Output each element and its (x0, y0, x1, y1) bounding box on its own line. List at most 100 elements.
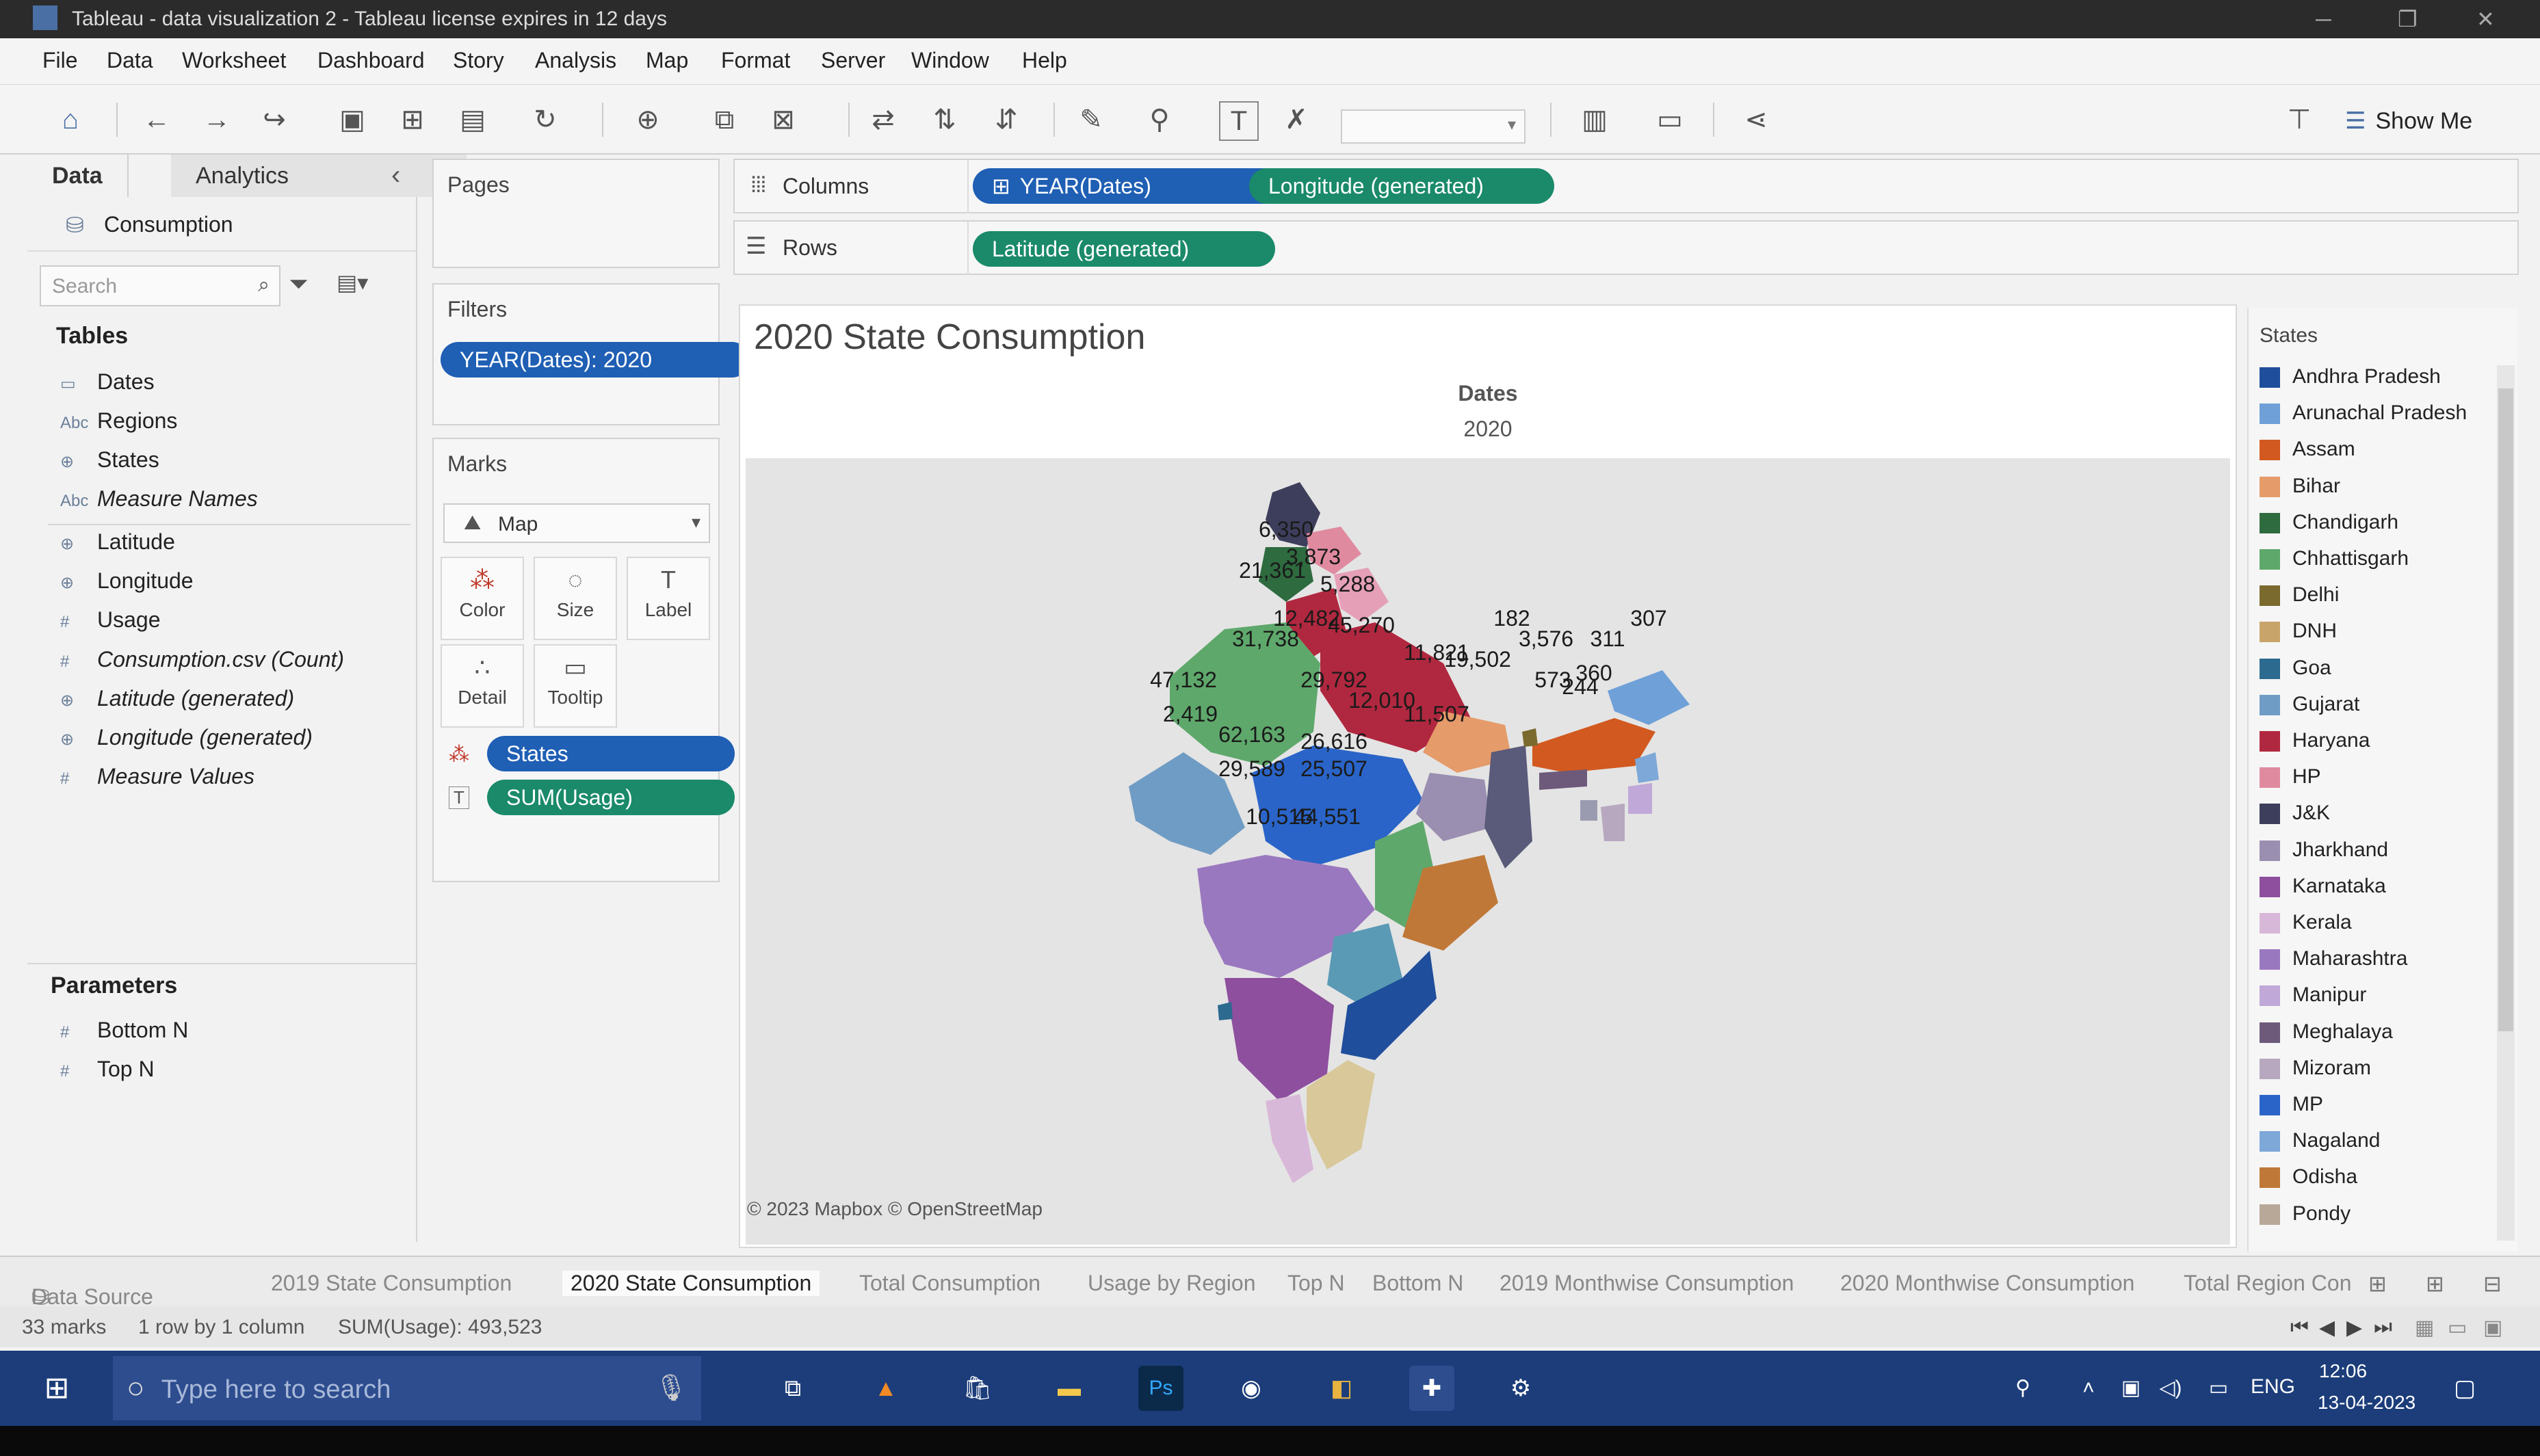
menu-window[interactable]: Window (911, 48, 989, 73)
show-cards-icon[interactable]: ▥ (1576, 101, 1613, 138)
menu-file[interactable]: File (42, 48, 78, 73)
field-usage[interactable]: # Usage (60, 607, 161, 633)
field-measure-values[interactable]: # Measure Values (60, 764, 254, 789)
filter-icon[interactable]: ⏷ (289, 269, 309, 299)
app-icon[interactable]: ◧ (1319, 1366, 1364, 1411)
fit-dropdown[interactable]: ▾ (1341, 109, 1526, 144)
tab-usage-by-region[interactable]: Usage by Region (1088, 1271, 1255, 1296)
columns-pill-year[interactable]: ⊞ YEAR(Dates) (973, 168, 1281, 204)
legend-item[interactable]: MP (2260, 1093, 2323, 1116)
clock-date[interactable]: 13-04-2023 (2318, 1392, 2415, 1414)
browser-icon[interactable]: ◉ (1229, 1366, 1274, 1411)
field-latitude-generated[interactable]: ⊕ Latitude (generated) (60, 686, 294, 711)
group-icon[interactable]: ⚲ (1141, 101, 1178, 138)
tab-2019-state-consumption[interactable]: 2019 State Consumption (271, 1271, 512, 1296)
legend-item[interactable]: Chandigarh (2260, 511, 2398, 534)
tab-2020-monthwise[interactable]: 2020 Monthwise Consumption (1840, 1271, 2134, 1296)
tab-2020-state-consumption[interactable]: 2020 State Consumption (562, 1271, 820, 1296)
legend-item[interactable]: HP (2260, 765, 2321, 789)
menu-analysis[interactable]: Analysis (535, 48, 616, 73)
legend-item[interactable]: Haryana (2260, 729, 2370, 752)
legend-item[interactable]: Maharashtra (2260, 947, 2407, 970)
taskbar-search-input[interactable]: ○ Type here to search 🎙 (113, 1356, 701, 1420)
back-icon[interactable]: ← (138, 101, 175, 138)
india-map[interactable]: 6,3503,87321,3615,28812,48245,27031,7381… (746, 458, 2230, 1245)
legend-item[interactable]: Goa (2260, 657, 2331, 680)
columns-shelf[interactable]: ⦙⦙⦙ Columns ⊞ YEAR(Dates) Longitude (gene… (733, 159, 2519, 213)
new-dashboard-icon[interactable]: ⊞ (2426, 1271, 2444, 1297)
battery-icon[interactable]: ▭ (2196, 1366, 2241, 1411)
clear-sheet-icon[interactable]: ⊠ (765, 101, 802, 138)
notifications-icon[interactable]: ▢ (2442, 1366, 2487, 1411)
menu-server[interactable]: Server (821, 48, 885, 73)
legend-item[interactable]: Bihar (2260, 475, 2340, 498)
chevron-up-icon[interactable]: ˄ (2066, 1366, 2111, 1411)
filters-card[interactable]: Filters YEAR(Dates): 2020 (432, 283, 750, 425)
field-states[interactable]: ⊕ States (60, 447, 159, 473)
tooltip-button[interactable]: ▭ Tooltip (534, 644, 617, 728)
marks-pill-sum-usage[interactable]: SUM(Usage) (487, 780, 735, 815)
parameter-top-n[interactable]: # Top N (60, 1057, 155, 1082)
menu-map[interactable]: Map (646, 48, 688, 73)
view-options-icon[interactable]: ▤▾ (337, 269, 368, 295)
highlight-icon[interactable]: ✎ (1073, 101, 1110, 138)
duplicate-sheet-icon[interactable]: ⧉ (706, 101, 743, 138)
vlc-icon[interactable]: ▲ (863, 1366, 908, 1411)
refresh-icon[interactable]: ↻ (527, 101, 564, 138)
tab-bottom-n[interactable]: Bottom N (1372, 1271, 1463, 1296)
microphone-icon[interactable]: 🎙 (655, 1356, 688, 1420)
legend-item[interactable]: Delhi (2260, 583, 2339, 607)
paint-roller-icon[interactable]: ⊤ (2281, 101, 2318, 138)
pause-updates-icon[interactable]: ▤ (454, 101, 491, 138)
people-icon[interactable]: ⚲ (2000, 1366, 2045, 1411)
legend-item[interactable]: Mizoram (2260, 1057, 2371, 1080)
show-me-button[interactable]: ☰ Show Me (2345, 103, 2472, 140)
menu-story[interactable]: Story (453, 48, 504, 73)
restore-button[interactable]: ❐ (2398, 0, 2418, 38)
legend-item[interactable]: Andhra Pradesh (2260, 365, 2441, 388)
new-datasource-icon[interactable]: ⊞ (394, 101, 431, 138)
field-dates[interactable]: ▭ Dates (60, 369, 155, 395)
column-header-value[interactable]: 2020 (740, 416, 2236, 442)
legend-item[interactable]: Gujarat (2260, 693, 2359, 716)
last-page-icon[interactable]: ⏭ (2374, 1316, 2392, 1339)
fix-axes-icon[interactable]: ✗ (1278, 101, 1315, 138)
field-longitude[interactable]: ⊕ Longitude (60, 568, 194, 594)
field-measure-names[interactable]: Abc Measure Names (60, 486, 258, 512)
clock-time[interactable]: 12:06 (2319, 1360, 2367, 1382)
parameter-bottom-n[interactable]: # Bottom N (60, 1018, 188, 1043)
menu-help[interactable]: Help (1022, 48, 1067, 73)
legend-item[interactable]: Pondy (2260, 1202, 2351, 1226)
field-consumption-count[interactable]: # Consumption.csv (Count) (60, 647, 344, 672)
volume-icon[interactable]: ◁) (2148, 1366, 2193, 1411)
rows-shelf[interactable]: ☰ Rows Latitude (generated) (733, 220, 2519, 275)
settings-gear-icon[interactable]: ⚙ (1498, 1366, 1543, 1411)
rows-pill-latitude[interactable]: Latitude (generated) (973, 231, 1275, 267)
legend-item[interactable]: Arunachal Pradesh (2260, 401, 2467, 425)
color-button[interactable]: ⁂ Color (441, 557, 524, 640)
new-sheet-icon[interactable]: ⊞ (2368, 1271, 2387, 1297)
size-button[interactable]: ◌ Size (534, 557, 617, 640)
file-explorer-icon[interactable]: ▬ (1047, 1366, 1092, 1411)
grid-view-icon[interactable]: ▦ (2415, 1316, 2434, 1340)
scrollbar-thumb[interactable] (2498, 388, 2513, 1031)
first-page-icon[interactable]: ⏮ (2290, 1316, 2309, 1339)
tab-view-icon[interactable]: ▣ (2483, 1316, 2502, 1340)
datasource-row[interactable]: ⛁ Consumption (27, 197, 417, 252)
legend-item[interactable]: Nagaland (2260, 1129, 2380, 1152)
menu-format[interactable]: Format (721, 48, 790, 73)
detail-button[interactable]: ∴ Detail (441, 644, 524, 728)
legend-item[interactable]: DNH (2260, 620, 2337, 643)
tableau-taskbar-icon[interactable]: ✚ (1409, 1366, 1454, 1411)
home-icon[interactable]: ⌂ (52, 101, 89, 138)
filmstrip-view-icon[interactable]: ▭ (2448, 1316, 2467, 1340)
label-button[interactable]: T Label (627, 557, 710, 640)
new-worksheet-icon[interactable]: ⊕ (629, 101, 666, 138)
field-latitude[interactable]: ⊕ Latitude (60, 529, 175, 555)
collapse-pane-icon[interactable]: ‹ (391, 160, 400, 191)
prev-page-icon[interactable]: ◀ (2319, 1316, 2335, 1340)
forward-icon[interactable]: → (198, 101, 235, 138)
legend-item[interactable]: Chhattisgarh (2260, 547, 2409, 570)
field-longitude-generated[interactable]: ⊕ Longitude (generated) (60, 725, 313, 750)
sort-ascending-icon[interactable]: ⇅ (926, 101, 963, 138)
